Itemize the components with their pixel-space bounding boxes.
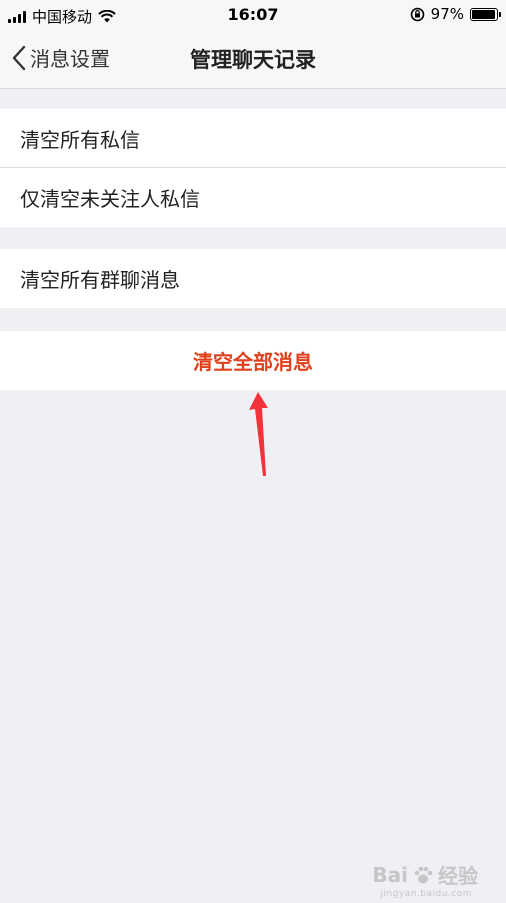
- clear-all-group-messages-item[interactable]: 清空所有群聊消息: [0, 249, 506, 308]
- clear-all-messages-button[interactable]: 清空全部消息: [0, 331, 506, 390]
- clear-all-section: 清空全部消息: [0, 331, 506, 390]
- status-bar: 中国移动 16:07 97%: [0, 0, 506, 30]
- page-title: 管理聊天记录: [190, 48, 316, 72]
- watermark-brand-suffix: 经验: [438, 864, 478, 888]
- watermark-brand: Bai: [372, 862, 408, 887]
- watermark-url: jingyan.baidu.com: [380, 889, 472, 899]
- private-messages-section: 清空所有私信 仅清空未关注人私信: [0, 109, 506, 227]
- list-item-label: 清空所有群聊消息: [20, 268, 180, 292]
- clear-all-messages-label: 清空全部消息: [193, 350, 313, 374]
- battery-fill: [472, 9, 496, 19]
- clear-all-private-messages-item[interactable]: 清空所有私信: [0, 109, 506, 168]
- status-right: 97%: [410, 5, 501, 23]
- list-item-label: 清空所有私信: [20, 127, 140, 152]
- list-item-label: 仅清空未关注人私信: [20, 187, 200, 211]
- orientation-lock-icon: [410, 7, 424, 21]
- battery-icon: [470, 7, 501, 21]
- navigation-bar: 消息设置 管理聊天记录: [0, 30, 506, 89]
- battery-percent: 97%: [430, 5, 464, 23]
- paw-icon: [414, 866, 433, 883]
- baidu-watermark: Bai 经验: [372, 860, 478, 889]
- group-messages-section: 清空所有群聊消息: [0, 249, 506, 308]
- clear-unfollowed-private-messages-item[interactable]: 仅清空未关注人私信: [0, 168, 506, 227]
